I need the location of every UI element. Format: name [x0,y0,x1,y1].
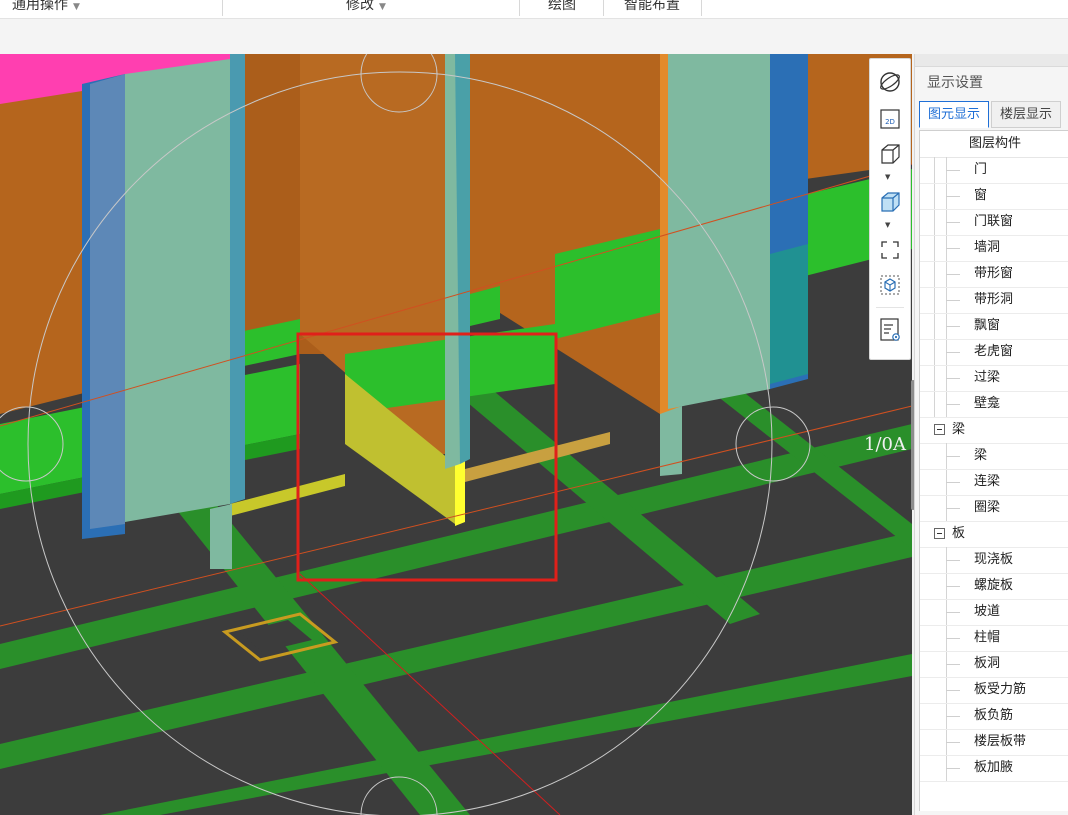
layer-tree: 图层构件 门 窗 门联窗 墙洞 带形窗 带形洞 飘窗 老虎窗 过梁 壁龛 梁 梁… [919,130,1068,811]
orbit-icon[interactable] [876,69,904,95]
tree-item-label: 板加腋 [974,760,1014,775]
general-ops-menu[interactable]: 通用操作 ▼ [12,0,80,18]
modify-menu[interactable]: 修改 ▼ [346,0,386,18]
chevron-down-icon: ▼ [379,2,386,12]
smart-layout-label: 智能布置 [624,0,680,13]
tree-item-ramp[interactable]: 坡道 [920,599,1068,626]
collapse-icon[interactable] [934,528,945,539]
tree-item-floor-slab-band[interactable]: 楼层板带 [920,729,1068,756]
tab-element-display[interactable]: 图元显示 [919,101,990,128]
ribbon-divider [603,0,604,16]
tree-item-label: 连梁 [974,474,1001,489]
fit-view-icon[interactable] [876,237,904,263]
tree-item-lintel[interactable]: 过梁 [920,365,1068,392]
tree-item-slab-haunch[interactable]: 板加腋 [920,755,1068,782]
tree-item-label: 带形洞 [974,292,1014,307]
tree-item-slab-neg-rebar[interactable]: 板负筋 [920,703,1068,730]
view-2d-icon[interactable]: 2D [876,106,904,132]
draw-group[interactable]: 绘图 [548,0,576,18]
tree-item-wall-hole[interactable]: 墙洞 [920,235,1068,262]
tree-item-niche[interactable]: 壁龛 [920,391,1068,418]
tree-item-slab-main-rebar[interactable]: 板受力筋 [920,677,1068,704]
tree-item-label: 门联窗 [974,214,1014,229]
chevron-down-icon[interactable]: ▼ [885,173,890,181]
tree-item-slab-hole[interactable]: 板洞 [920,651,1068,678]
tree-item-label: 楼层板带 [974,734,1027,749]
display-settings-icon[interactable] [876,317,904,343]
floor-beam [100,654,912,815]
tree-item-label: 飘窗 [974,318,1001,333]
tree-item-label: 板负筋 [974,708,1014,723]
panel-header-bar [915,54,1068,67]
wall-yellow [230,474,345,516]
tree-item-bay-window[interactable]: 飘窗 [920,313,1068,340]
tree-item-window[interactable]: 窗 [920,183,1068,210]
tree-item-label: 老虎窗 [974,344,1014,359]
solid-view-icon[interactable] [876,189,904,215]
column-teal [230,54,245,504]
axis-label: 1/0A [864,434,906,455]
general-ops-label: 通用操作 [12,0,68,13]
ribbon-divider [701,0,702,16]
ribbon-divider [222,0,223,16]
tree-item-label: 板受力筋 [974,682,1027,697]
panel-title: 显示设置 [927,75,983,91]
chevron-down-icon: ▼ [73,2,80,12]
tab-floor-display[interactable]: 楼层显示 [991,101,1062,128]
cube-view-icon[interactable] [876,141,904,167]
column-teal [210,504,232,569]
tree-item-label: 坡道 [974,604,1001,619]
tree-item-label: 板洞 [974,656,1001,671]
tree-group-beam[interactable]: 梁 [920,417,1068,444]
panel-tabs: 图元显示 楼层显示 [919,101,1063,128]
draw-label: 绘图 [548,0,576,13]
view-2d-text: 2D [885,118,895,126]
toolbar-strip [0,19,1068,54]
tree-item-column-cap[interactable]: 柱帽 [920,625,1068,652]
floor-beam [0,532,912,769]
column-blue [90,74,125,529]
select-region-icon[interactable] [876,272,904,298]
tree-item-label: 现浇板 [974,552,1014,567]
tree-group-label: 板 [952,526,966,541]
toolbar-divider [876,307,904,308]
tree-item-door-window[interactable]: 门联窗 [920,209,1068,236]
view-toolbar: 2D ▼ ▼ [869,58,911,360]
tree-item-label: 螺旋板 [974,578,1014,593]
tree-item-strip-window[interactable]: 带形窗 [920,261,1068,288]
tree-item-cast-slab[interactable]: 现浇板 [920,547,1068,574]
tree-header: 图层构件 [920,131,1068,158]
tree-item-label: 梁 [974,448,988,463]
tree-item-coupling-beam[interactable]: 连梁 [920,469,1068,496]
tree-item-spiral-slab[interactable]: 螺旋板 [920,573,1068,600]
column-teal [125,59,230,522]
tree-item-beam[interactable]: 梁 [920,443,1068,470]
tree-item-strip-hole[interactable]: 带形洞 [920,287,1068,314]
display-settings-panel: 显示设置 图元显示 楼层显示 图层构件 门 窗 门联窗 墙洞 带形窗 带形洞 飘窗… [914,54,1068,815]
tree-item-label: 门 [974,162,988,177]
tree-item-label: 柱帽 [974,630,1001,645]
tree-item-label: 窗 [974,188,988,203]
3d-viewport[interactable]: 1/0A [0,54,912,815]
column-teal [668,54,770,409]
modify-label: 修改 [346,0,374,13]
tree-group-slab[interactable]: 板 [920,521,1068,548]
smart-layout-group[interactable]: 智能布置 [624,0,680,18]
tree-item-label: 过梁 [974,370,1001,385]
tree-item-label: 带形窗 [974,266,1014,281]
ribbon-toolbar: 通用操作 ▼ 修改 ▼ 绘图 智能布置 [0,0,1068,19]
tree-item-door[interactable]: 门 [920,157,1068,184]
tree-item-label: 墙洞 [974,240,1001,255]
column-teal [770,244,808,384]
model-scene [0,54,912,815]
tree-item-ring-beam[interactable]: 圈梁 [920,495,1068,522]
collapse-icon[interactable] [934,424,945,435]
tree-item-dormer[interactable]: 老虎窗 [920,339,1068,366]
ribbon-divider [519,0,520,16]
tree-item-label: 圈梁 [974,500,1001,515]
tree-item-label: 壁龛 [974,396,1001,411]
tree-group-label: 梁 [952,422,966,437]
chevron-down-icon[interactable]: ▼ [885,221,890,229]
